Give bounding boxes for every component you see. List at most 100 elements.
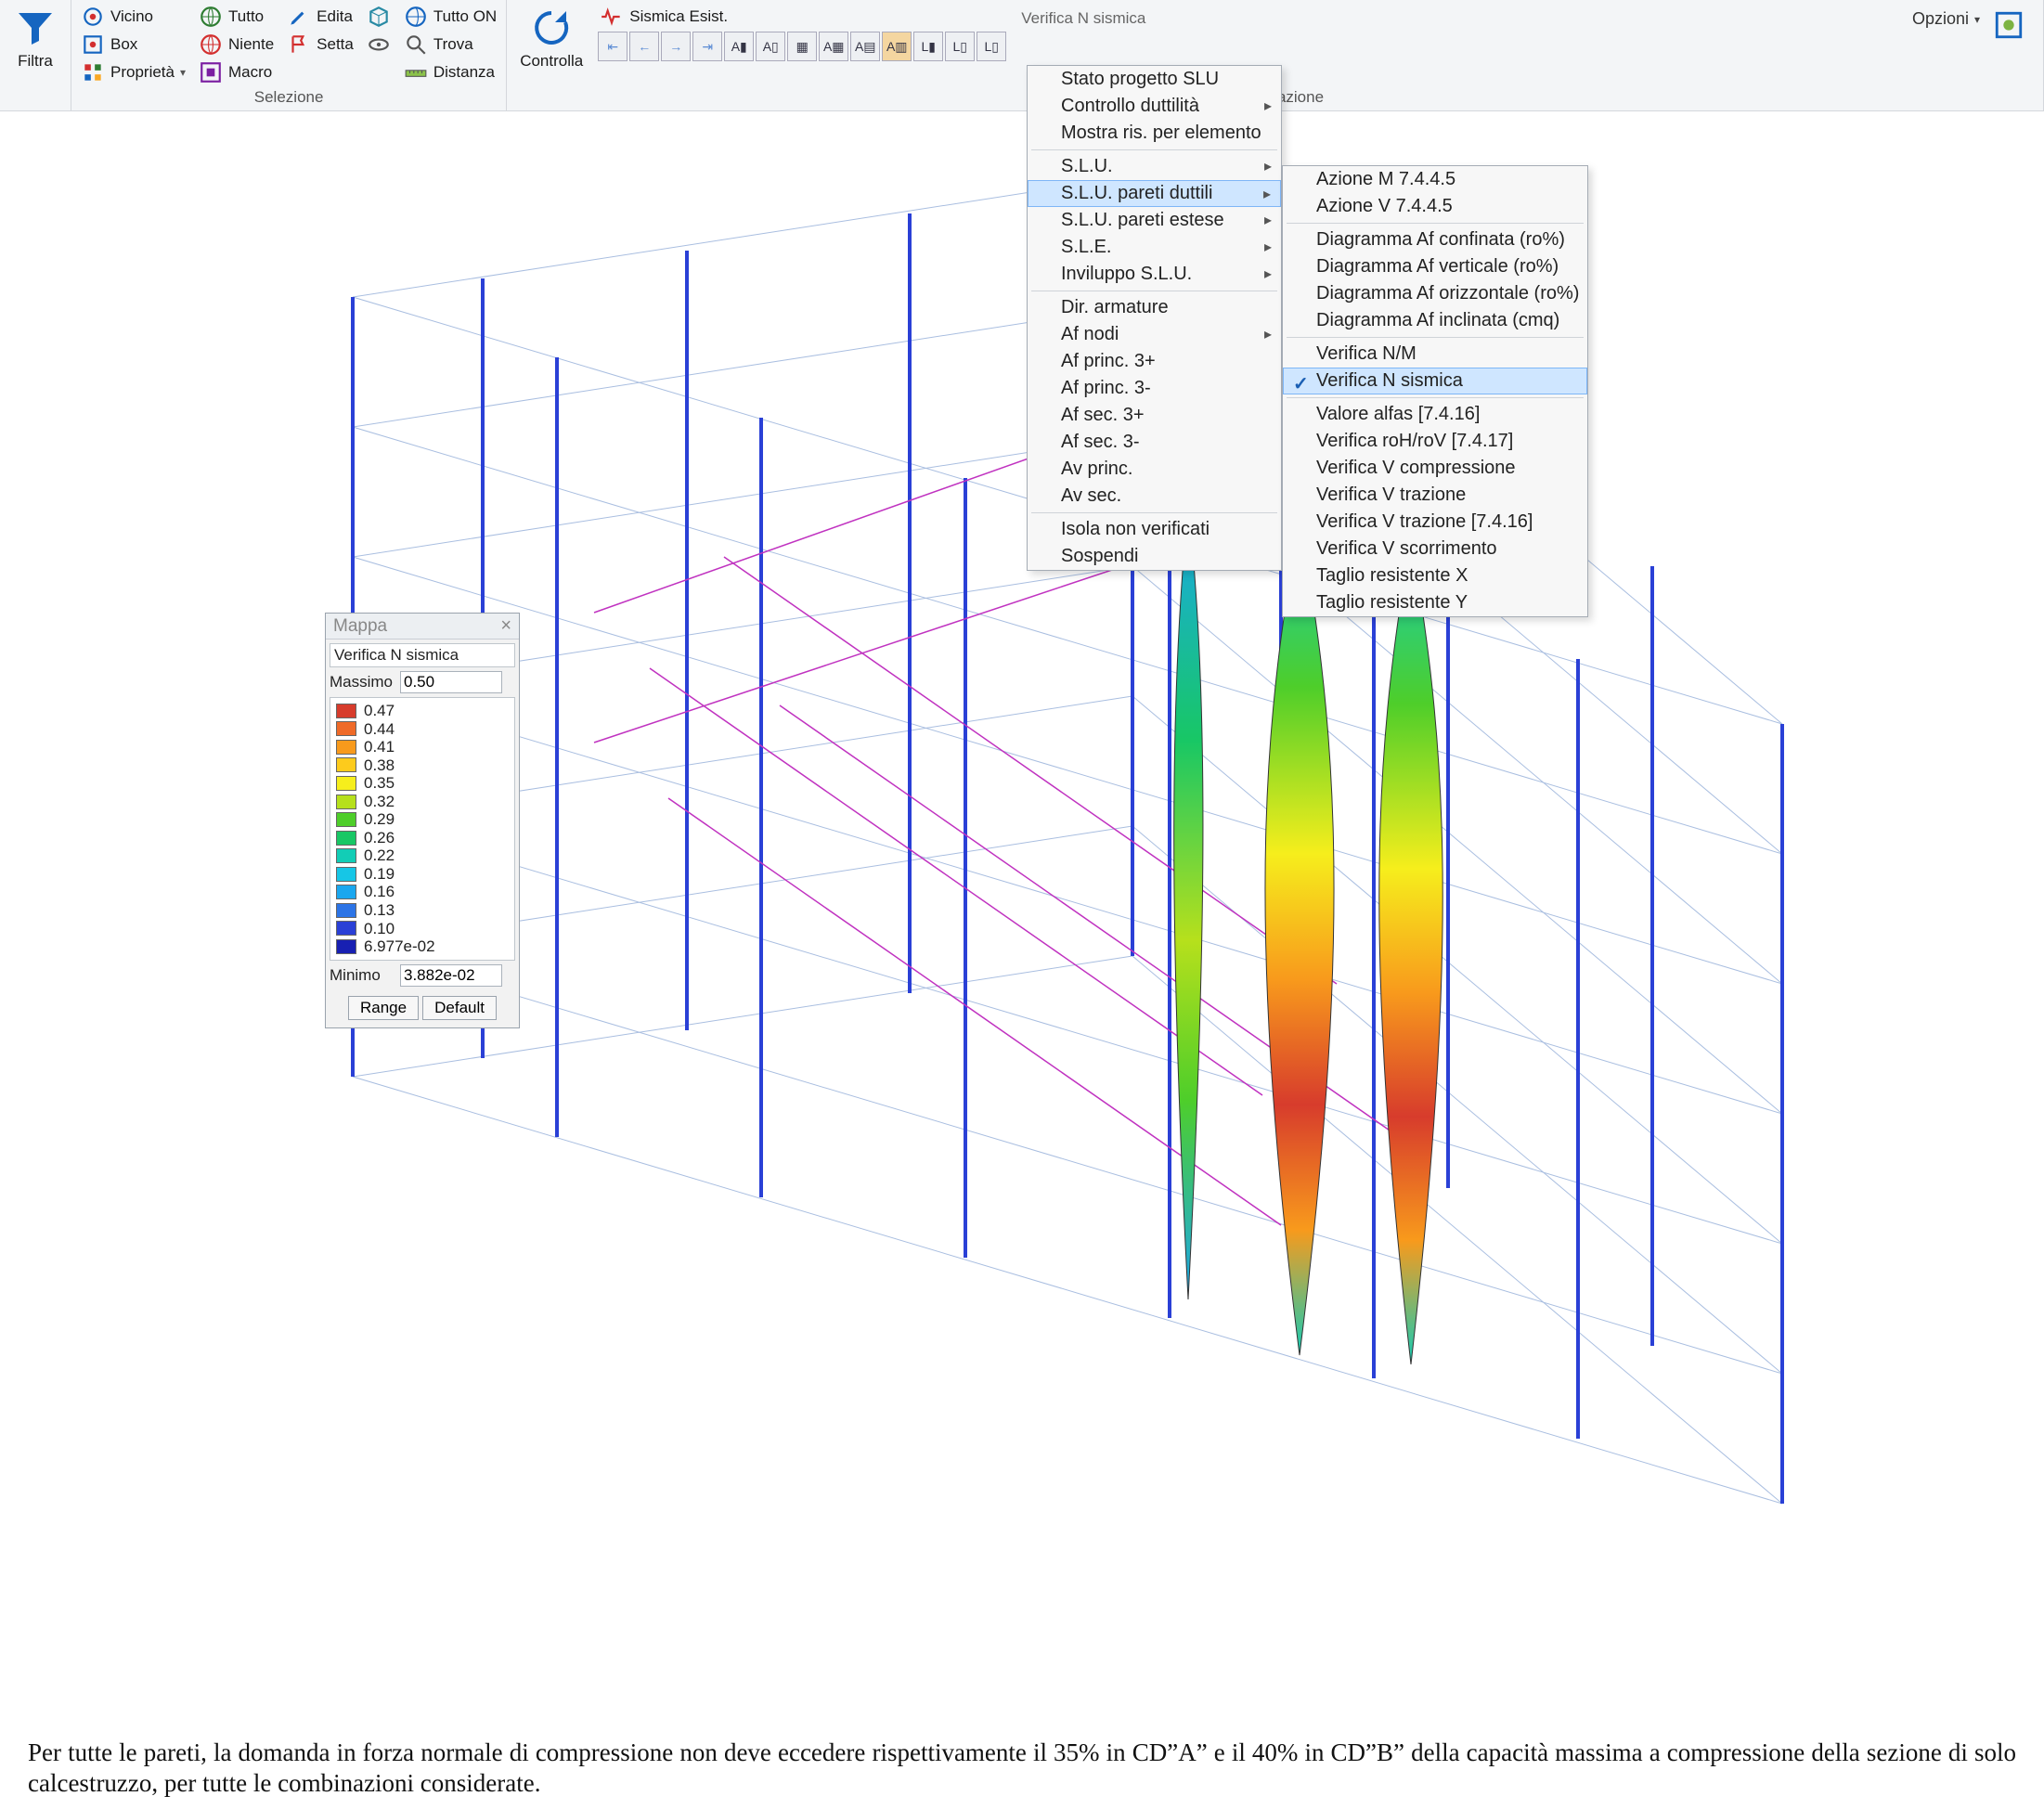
massimo-input[interactable]	[400, 671, 502, 693]
box-label: Box	[110, 35, 137, 54]
submenu-item-verifica-v-comp[interactable]: Verifica V compressione	[1283, 455, 1587, 482]
submenu-item-verifica-nm[interactable]: Verifica N/M	[1283, 341, 1587, 368]
menu-item-af-princ-3m[interactable]: Af princ. 3-	[1028, 375, 1281, 402]
grid-icon	[81, 60, 105, 84]
menu-item-af-sec-3m[interactable]: Af sec. 3-	[1028, 429, 1281, 456]
submenu-item-valore-alfas[interactable]: Valore alfas [7.4.16]	[1283, 401, 1587, 428]
design-chip-7[interactable]: L▮	[913, 32, 943, 61]
model-viewport-3d[interactable]	[0, 111, 2044, 1689]
globe-blue-icon	[404, 5, 428, 29]
legend-value: 0.38	[364, 756, 395, 775]
submenu-item-verifica-v-scorr[interactable]: Verifica V scorrimento	[1283, 536, 1587, 562]
controlla-label: Controlla	[520, 52, 583, 71]
nav-next-button[interactable]: →	[661, 32, 691, 61]
nav-first-button[interactable]: ⇤	[598, 32, 627, 61]
legend-row: 0.22	[332, 846, 512, 865]
menu-item-sospendi[interactable]: Sospendi	[1028, 543, 1281, 570]
menu-item-controllo-duttilita[interactable]: Controllo duttilità	[1028, 93, 1281, 120]
trova-button[interactable]: Trova	[402, 32, 498, 58]
legend-value: 0.13	[364, 901, 395, 920]
menu-item-dir-armature[interactable]: Dir. armature	[1028, 294, 1281, 321]
design-chip-5[interactable]: A▤	[850, 32, 880, 61]
submenu-item-taglio-res-y[interactable]: Taglio resistente Y	[1283, 589, 1587, 616]
menu-item-stato-progetto[interactable]: Stato progetto SLU	[1028, 66, 1281, 93]
macro-button[interactable]: Macro	[197, 59, 276, 85]
submenu-item-azione-v[interactable]: Azione V 7.4.4.5	[1283, 193, 1587, 220]
filtra-button[interactable]: Filtra	[7, 4, 63, 72]
selezione-group-title: Selezione	[254, 88, 324, 109]
edita-label: Edita	[317, 7, 353, 26]
legend-value: 0.32	[364, 793, 395, 811]
menu-item-isola[interactable]: Isola non verificati	[1028, 516, 1281, 543]
ribbon-group-filtra: Filtra	[0, 0, 71, 110]
design-chip-9[interactable]: L▯	[977, 32, 1006, 61]
submenu-item-azione-m[interactable]: Azione M 7.4.4.5	[1283, 166, 1587, 193]
mappa-title-label: Mappa	[333, 616, 387, 637]
design-chip-4[interactable]: A▦	[819, 32, 848, 61]
vicino-button[interactable]: Vicino	[79, 4, 188, 30]
macro-label: Macro	[228, 63, 272, 82]
options-sub-menu: Azione M 7.4.4.5 Azione V 7.4.4.5 Diagra…	[1282, 165, 1588, 617]
submenu-item-diag-af-oriz[interactable]: Diagramma Af orizzontale (ro%)	[1283, 280, 1587, 307]
minimo-label: Minimo	[330, 966, 395, 985]
design-chip-8[interactable]: L▯	[945, 32, 975, 61]
menu-item-av-princ[interactable]: Av princ.	[1028, 456, 1281, 483]
menu-item-af-sec-3p[interactable]: Af sec. 3+	[1028, 402, 1281, 429]
edita-button[interactable]: Edita	[285, 4, 356, 30]
opzioni-button[interactable]: Opzioni ▾	[1912, 9, 1980, 29]
tutto-on-button[interactable]: Tutto ON	[402, 4, 498, 30]
eye-button[interactable]	[365, 32, 393, 58]
menu-item-af-princ-3p[interactable]: Af princ. 3+	[1028, 348, 1281, 375]
submenu-item-verifica-n-sismica[interactable]: Verifica N sismica	[1283, 368, 1587, 394]
legend-value: 0.44	[364, 720, 395, 739]
mappa-close-button[interactable]: ×	[500, 615, 511, 637]
controlla-button[interactable]: Controlla	[514, 4, 589, 72]
legend-value: 0.19	[364, 865, 395, 884]
opzioni-label: Opzioni	[1912, 9, 1969, 29]
menu-item-sle[interactable]: S.L.E.	[1028, 234, 1281, 261]
tutto-button[interactable]: Tutto	[197, 4, 276, 30]
design-chip-2[interactable]: A▯	[756, 32, 785, 61]
menu-item-af-nodi[interactable]: Af nodi	[1028, 321, 1281, 348]
niente-button[interactable]: Niente	[197, 32, 276, 58]
submenu-item-diag-af-incl[interactable]: Diagramma Af inclinata (cmq)	[1283, 307, 1587, 334]
hint-text: Verifica N sismica	[1021, 9, 1145, 28]
submenu-item-verifica-v-traz[interactable]: Verifica V trazione	[1283, 482, 1587, 509]
default-button[interactable]: Default	[422, 996, 497, 1020]
ribbon-toolbar: Filtra Vicino Box Proprietà ▾	[0, 0, 2044, 111]
design-chip-3[interactable]: ▦	[787, 32, 817, 61]
submenu-item-taglio-res-x[interactable]: Taglio resistente X	[1283, 562, 1587, 589]
nav-last-button[interactable]: ⇥	[692, 32, 722, 61]
menu-item-slu[interactable]: S.L.U.	[1028, 153, 1281, 180]
submenu-item-diag-af-conf[interactable]: Diagramma Af confinata (ro%)	[1283, 226, 1587, 253]
refresh-icon	[529, 6, 574, 50]
legend-value: 0.41	[364, 738, 395, 756]
distanza-button[interactable]: Distanza	[402, 59, 498, 85]
setta-button[interactable]: Setta	[285, 32, 356, 58]
box-button[interactable]: Box	[79, 32, 188, 58]
nav-prev-button[interactable]: ←	[629, 32, 659, 61]
menu-item-mostra-ris[interactable]: Mostra ris. per elemento	[1028, 120, 1281, 147]
flag-icon	[287, 32, 311, 57]
submenu-item-verifica-roh[interactable]: Verifica roH/roV [7.4.17]	[1283, 428, 1587, 455]
menu-item-slu-pareti-estese[interactable]: S.L.U. pareti estese	[1028, 207, 1281, 234]
massimo-label: Massimo	[330, 673, 395, 691]
legend-swatch	[336, 795, 356, 809]
range-button[interactable]: Range	[348, 996, 419, 1020]
menu-item-av-sec[interactable]: Av sec.	[1028, 483, 1281, 510]
proprieta-button[interactable]: Proprietà ▾	[79, 59, 188, 85]
box-icon	[81, 32, 105, 57]
design-chip-1[interactable]: A▮	[724, 32, 754, 61]
legend-swatch	[336, 939, 356, 954]
sismica-esist-button[interactable]: Sismica Esist.	[598, 4, 1006, 30]
options-gear-icon[interactable]	[1993, 9, 2025, 41]
submenu-item-diag-af-vert[interactable]: Diagramma Af verticale (ro%)	[1283, 253, 1587, 280]
minimo-input[interactable]	[400, 964, 502, 987]
design-chip-6[interactable]: A▥	[882, 32, 912, 61]
legend-row: 0.13	[332, 901, 512, 920]
menu-item-inviluppo[interactable]: Inviluppo S.L.U.	[1028, 261, 1281, 288]
cube-button[interactable]	[365, 4, 393, 30]
menu-item-slu-pareti-duttili[interactable]: S.L.U. pareti duttili	[1028, 180, 1281, 207]
submenu-item-verifica-v-traz-7416[interactable]: Verifica V trazione [7.4.16]	[1283, 509, 1587, 536]
legend-swatch	[336, 867, 356, 882]
